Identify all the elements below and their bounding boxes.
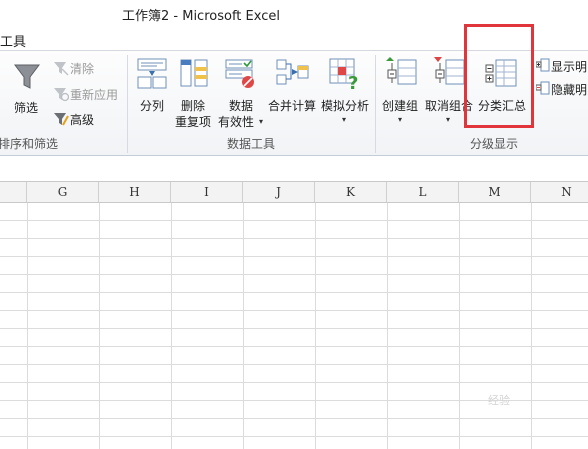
- hide-detail-label: 隐藏明: [551, 83, 588, 97]
- text-to-columns-icon: [137, 58, 167, 89]
- what-if-analysis-icon: ?: [329, 58, 358, 91]
- grid-line: [27, 203, 28, 449]
- column-header-j[interactable]: J: [243, 182, 315, 202]
- grid-line: [0, 220, 588, 221]
- column-header-l[interactable]: L: [387, 182, 459, 202]
- grid-line: [99, 203, 100, 449]
- dropdown-arrow-icon: ▾: [342, 115, 347, 124]
- advanced-filter-icon: [54, 113, 69, 126]
- outline-group-label: 分级显示: [470, 137, 519, 151]
- dropdown-arrow-icon: ▾: [446, 115, 451, 124]
- grid-line: [0, 310, 588, 311]
- grid-line: [531, 203, 532, 449]
- grid-line: [0, 418, 588, 419]
- formula-area-gap: [0, 156, 588, 181]
- consolidate-button[interactable]: 合并计算: [266, 55, 318, 115]
- data-validation-label-2: 有效性: [218, 115, 255, 129]
- column-header-m[interactable]: M: [459, 182, 531, 202]
- window-title: 工作簿2 - Microsoft Excel: [122, 9, 280, 24]
- dropdown-arrow-icon: ▾: [398, 115, 403, 124]
- reapply-label: 重新应用: [70, 88, 119, 102]
- clear-filter-icon: [54, 62, 69, 76]
- column-header-k[interactable]: K: [315, 182, 387, 202]
- grid-line: [0, 328, 588, 329]
- grid-line: [0, 256, 588, 257]
- grid-line: [459, 203, 460, 449]
- filter-label: 筛选: [14, 101, 39, 115]
- reapply-button[interactable]: 重新应用: [52, 85, 124, 103]
- clear-label: 清除: [70, 62, 95, 76]
- consolidate-label: 合并计算: [268, 99, 317, 113]
- tab-tools[interactable]: 工具: [0, 31, 26, 50]
- data-validation-label-1: 数据: [229, 99, 254, 113]
- remove-duplicates-icon: [180, 59, 208, 87]
- data-validation-button[interactable]: 数据 有效性 ▾: [217, 55, 265, 129]
- grid-line: [0, 292, 588, 293]
- remove-duplicates-label-2: 重复项: [175, 115, 212, 129]
- grid-line: [0, 274, 588, 275]
- hide-detail-icon: [536, 81, 550, 95]
- grid-line: [0, 238, 588, 239]
- grid-line: [387, 203, 388, 449]
- hide-detail-button[interactable]: 隐藏明: [536, 80, 588, 98]
- column-header-h[interactable]: H: [99, 182, 171, 202]
- clear-button[interactable]: 清除: [52, 59, 112, 77]
- column-header-partial[interactable]: [0, 182, 27, 202]
- funnel-icon: [14, 64, 40, 89]
- what-if-analysis-label: 模拟分析: [321, 99, 370, 113]
- advanced-button[interactable]: 高级: [52, 110, 102, 128]
- highlight-box: [464, 24, 534, 128]
- watermark: 经验: [488, 394, 510, 407]
- grid-line: [243, 203, 244, 449]
- text-to-columns-button[interactable]: 分列: [133, 55, 171, 115]
- remove-duplicates-label-1: 删除: [181, 99, 206, 113]
- show-detail-button[interactable]: 显示明: [536, 57, 588, 75]
- data-tools-group-label: 数据工具: [227, 137, 276, 151]
- column-header-row: G H I J K L M N: [0, 181, 588, 203]
- column-header-g[interactable]: G: [27, 182, 99, 202]
- grid-line: [171, 203, 172, 449]
- grid-line: [0, 346, 588, 347]
- group-icon: [386, 57, 417, 85]
- what-if-analysis-button[interactable]: ? 模拟分析 ▾: [319, 55, 371, 127]
- dropdown-arrow-icon: ▾: [259, 117, 264, 126]
- show-detail-label: 显示明: [551, 60, 588, 74]
- advanced-label: 高级: [70, 113, 95, 127]
- group-button[interactable]: 创建组 ▾: [380, 55, 422, 127]
- group-label: 创建组: [382, 99, 419, 113]
- grid-line: [0, 436, 588, 437]
- cell-grid[interactable]: [0, 203, 588, 449]
- sort-filter-group-label: 排序和筛选: [0, 137, 59, 151]
- text-to-columns-label: 分列: [140, 99, 165, 113]
- column-header-n[interactable]: N: [531, 182, 588, 202]
- group-separator: [127, 55, 128, 153]
- consolidate-icon: [276, 59, 309, 85]
- show-detail-icon: [536, 58, 550, 72]
- column-header-i[interactable]: I: [171, 182, 243, 202]
- grid-line: [0, 382, 588, 383]
- group-separator: [375, 55, 376, 153]
- data-validation-icon: [225, 59, 254, 88]
- grid-line: [315, 203, 316, 449]
- svg-text:?: ?: [348, 73, 358, 91]
- grid-line: [0, 364, 588, 365]
- remove-duplicates-button[interactable]: 删除 重复项: [174, 55, 216, 129]
- ungroup-icon: [434, 57, 465, 85]
- filter-button[interactable]: 筛选: [6, 57, 48, 117]
- reapply-icon: [54, 88, 69, 102]
